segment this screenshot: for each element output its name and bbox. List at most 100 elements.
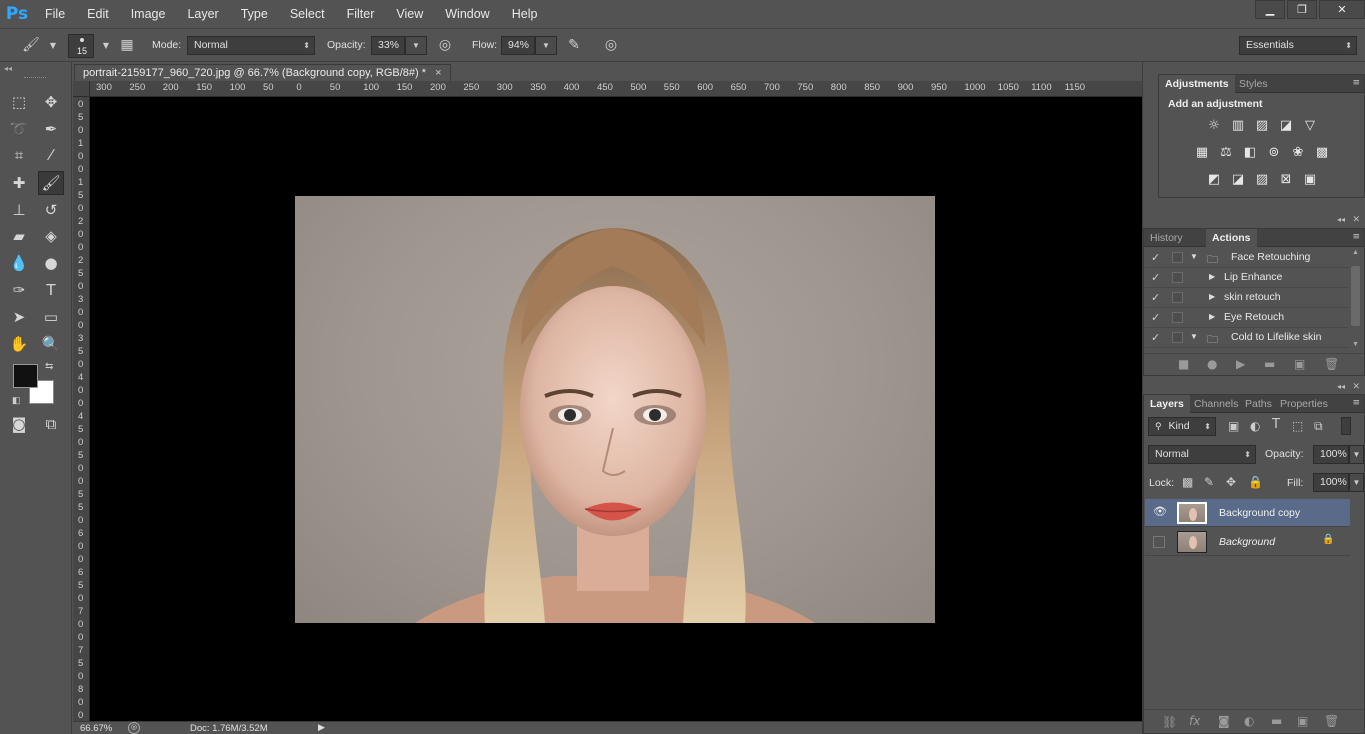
brush-tool-icon[interactable]: 🖌	[38, 171, 64, 195]
vertical-ruler[interactable]: 0 5 0 1 0 0 1 5 0 2 0 0 2 5 0 3 0 0 3 5 0 4 0 0 4 5 0 5 0 0 5 5 0 6 0 0 6 5 0 7…	[73, 97, 90, 721]
opacity-input[interactable]: 33%	[371, 36, 405, 55]
add-mask-icon[interactable]: ◙	[1218, 714, 1230, 728]
layer-filter-select[interactable]: ⚲ Kind ⬍	[1148, 417, 1216, 436]
pen-tool-icon[interactable]: ✑	[6, 278, 32, 302]
type-tool-icon[interactable]: T	[38, 278, 64, 302]
record-icon[interactable]: ●	[1207, 357, 1217, 371]
vibrance-icon[interactable]: ▽	[1301, 117, 1319, 133]
hand-tool-icon[interactable]: ✋	[6, 332, 32, 356]
posterize-icon[interactable]: ◪	[1229, 171, 1247, 187]
workspace-select[interactable]: Essentials ⬍	[1239, 36, 1357, 55]
layer-row-background-copy[interactable]: 👁 Background copy	[1145, 499, 1350, 527]
screen-mode-icon[interactable]: ⧉	[38, 412, 64, 436]
curves-icon[interactable]: ▨	[1253, 117, 1271, 133]
play-icon[interactable]: ▶	[1236, 357, 1245, 371]
preset-picker-chevron-icon[interactable]: ▼	[42, 34, 64, 56]
status-info-icon[interactable]: ◎	[128, 722, 140, 734]
new-action-icon[interactable]: ▣	[1294, 357, 1305, 371]
link-layers-icon[interactable]: ⛓	[1162, 715, 1177, 729]
new-adjustment-layer-icon[interactable]: ◐	[1244, 714, 1254, 728]
panel-menu-icon[interactable]: ≡	[1352, 78, 1360, 88]
dialog-toggle-box[interactable]	[1172, 272, 1183, 283]
opacity-dropdown-button[interactable]: ▼	[405, 36, 427, 55]
status-menu-arrow-icon[interactable]: ▶	[318, 722, 325, 733]
path-selection-tool-icon[interactable]: ➤	[6, 305, 32, 329]
dialog-toggle-box[interactable]	[1172, 252, 1183, 263]
horizontal-ruler[interactable]: 300 250 200 150 100 50 0 50 100 150 200 250 300 350 40…	[90, 81, 1142, 97]
foreground-color-swatch[interactable]	[13, 364, 38, 388]
fill-input[interactable]: 100%	[1313, 473, 1349, 492]
close-document-icon[interactable]: ×	[435, 67, 441, 79]
marquee-tool-icon[interactable]: ⬚	[6, 90, 32, 114]
airbrush-icon[interactable]: ✎	[563, 34, 585, 56]
photo-filter-icon[interactable]: ⊚	[1265, 144, 1283, 160]
tab-adjustments[interactable]: Adjustments	[1159, 75, 1235, 93]
collapse-panel-icon[interactable]: ◂◂	[1337, 215, 1345, 224]
new-layer-icon[interactable]: ▣	[1297, 714, 1308, 728]
expanded-triangle-icon[interactable]: ▼	[1190, 252, 1198, 261]
scroll-up-icon[interactable]: ▲	[1352, 249, 1359, 256]
tab-actions[interactable]: Actions	[1206, 229, 1257, 247]
brush-panel-toggle-icon[interactable]: ▦	[116, 34, 138, 56]
menu-layer[interactable]: Layer	[176, 0, 229, 28]
action-enabled-check-icon[interactable]: ✓	[1151, 311, 1163, 324]
rectangle-tool-icon[interactable]: ▭	[38, 305, 64, 329]
hue-saturation-icon[interactable]: ▦	[1193, 144, 1211, 160]
tab-paths[interactable]: Paths	[1239, 395, 1278, 413]
brush-size-chevron-icon[interactable]: ▼	[95, 34, 117, 56]
clone-stamp-tool-icon[interactable]: ⊥	[6, 198, 32, 222]
visibility-toggle-box[interactable]	[1153, 536, 1165, 548]
document-tab[interactable]: portrait-2159177_960_720.jpg @ 66.7% (Ba…	[74, 64, 451, 82]
action-row[interactable]: ✓ ▶ Eye Retouch	[1145, 308, 1348, 328]
brightness-icon[interactable]: ☼	[1205, 117, 1223, 133]
layer-row-background[interactable]: Background 🔒	[1145, 528, 1350, 556]
tab-channels[interactable]: Channels	[1188, 395, 1244, 413]
filter-smart-object-icon[interactable]: ⧉	[1314, 419, 1323, 434]
action-set-row[interactable]: ✓ ▼ 🗀 Cold to Lifelike skin	[1145, 328, 1348, 348]
collapsed-triangle-icon[interactable]: ▶	[1209, 272, 1215, 281]
eraser-tool-icon[interactable]: ▰	[6, 224, 32, 248]
black-white-icon[interactable]: ◧	[1241, 144, 1259, 160]
dialog-toggle-box[interactable]	[1172, 292, 1183, 303]
menu-file[interactable]: File	[34, 0, 76, 28]
toolbar-grip[interactable]	[24, 77, 46, 79]
filter-pixel-icon[interactable]: ▣	[1228, 419, 1239, 433]
invert-icon[interactable]: ◩	[1205, 171, 1223, 187]
filter-type-icon[interactable]: T	[1272, 417, 1280, 432]
lock-image-icon[interactable]: ✎	[1204, 475, 1214, 489]
restore-button[interactable]: ❐	[1287, 0, 1317, 19]
exposure-icon[interactable]: ◪	[1277, 117, 1295, 133]
lock-transparent-icon[interactable]: ▩	[1182, 475, 1193, 489]
panel-menu-icon[interactable]: ≡	[1352, 232, 1360, 242]
layer-opacity-input[interactable]: 100%	[1313, 445, 1349, 464]
healing-brush-tool-icon[interactable]: ✚	[6, 171, 32, 195]
channel-mixer-icon[interactable]: ❀	[1289, 144, 1307, 160]
document-image[interactable]	[295, 196, 935, 623]
collapsed-triangle-icon[interactable]: ▶	[1209, 312, 1215, 321]
history-brush-tool-icon[interactable]: ↺	[38, 198, 64, 222]
filter-adjustment-icon[interactable]: ◐	[1250, 419, 1260, 433]
default-colors-icon[interactable]: ◧	[12, 395, 21, 406]
blur-tool-icon[interactable]: 💧	[6, 251, 32, 275]
tab-styles[interactable]: Styles	[1233, 75, 1274, 93]
dodge-tool-icon[interactable]: ●	[38, 251, 64, 275]
action-row[interactable]: ✓ ▶ skin retouch	[1145, 288, 1348, 308]
lock-all-icon[interactable]: 🔒	[1248, 475, 1263, 489]
zoom-level[interactable]: 66.67%	[80, 723, 112, 734]
paint-bucket-tool-icon[interactable]: ◈	[38, 224, 64, 248]
close-button[interactable]: ✕	[1319, 0, 1365, 19]
brush-size-picker[interactable]: 15	[68, 34, 94, 58]
menu-edit[interactable]: Edit	[76, 0, 120, 28]
ruler-origin[interactable]	[73, 81, 90, 97]
new-set-icon[interactable]: ▬	[1264, 357, 1275, 371]
quick-selection-tool-icon[interactable]: ✒	[38, 117, 64, 141]
panel-menu-icon[interactable]: ≡	[1352, 398, 1360, 408]
dialog-toggle-box[interactable]	[1172, 332, 1183, 343]
new-group-icon[interactable]: ▬	[1271, 714, 1282, 728]
minimize-button[interactable]: ▁	[1255, 0, 1285, 19]
zoom-tool-icon[interactable]: 🔍	[38, 332, 64, 356]
menu-help[interactable]: Help	[501, 0, 549, 28]
action-enabled-check-icon[interactable]: ✓	[1151, 271, 1163, 284]
action-set-row[interactable]: ✓ ▼ 🗀 Face Retouching	[1145, 248, 1348, 268]
menu-filter[interactable]: Filter	[336, 0, 386, 28]
